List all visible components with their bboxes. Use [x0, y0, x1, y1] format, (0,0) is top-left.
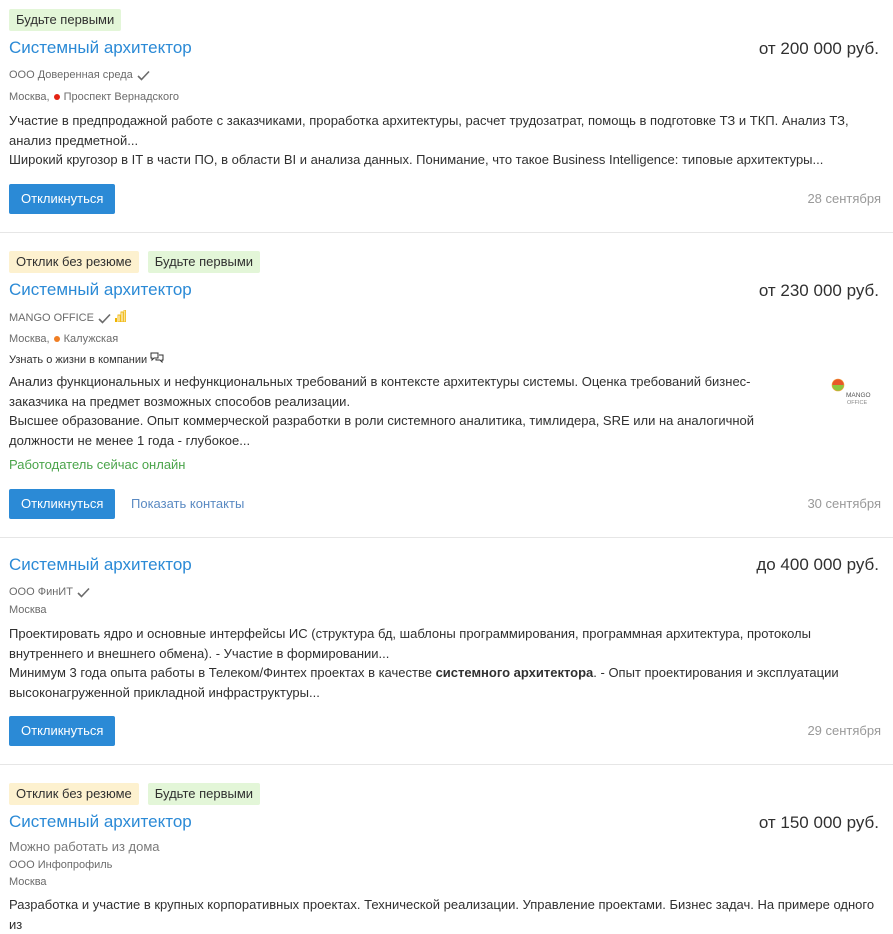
vacancy-description: Разработка и участие в крупных корпорати…: [9, 895, 877, 934]
responsibility-text: Участие в предпродажной работе с заказчи…: [9, 113, 849, 148]
vacancy-card: Отклик без резюме Будьте первыми Системн…: [0, 764, 893, 932]
vacancy-card: Будьте первыми Системный архитектор от 2…: [0, 0, 893, 233]
salary: от 200 000 руб.: [758, 39, 879, 58]
company-name: ООО Инфопрофиль: [9, 859, 113, 871]
vacancy-title-link[interactable]: Системный архитектор: [9, 38, 192, 58]
company-link[interactable]: ООО Инфопрофиль: [9, 858, 112, 872]
verified-check-icon: [77, 587, 90, 598]
verified-check-icon: [137, 70, 150, 81]
badges: Отклик без резюме Будьте первыми: [9, 251, 261, 273]
city: Москва,: [9, 91, 50, 103]
responsibility-text: Проектировать ядро и основные интерфейсы…: [9, 626, 811, 661]
svg-text:MANGO: MANGO: [846, 392, 871, 399]
respond-button[interactable]: Откликнуться: [9, 184, 116, 214]
company-life-link[interactable]: Узнать о жизни в компании: [9, 352, 164, 367]
company-name: MANGO OFFICE: [9, 312, 94, 324]
metro-dot-icon: [53, 336, 60, 342]
metro-station: Калужская: [63, 333, 119, 345]
city: Москва,: [9, 333, 50, 345]
highlight-text: системного архитектора: [435, 665, 594, 680]
publish-date: 29 сентября: [807, 723, 881, 738]
salary: от 150 000 руб.: [758, 813, 879, 832]
vacancy-description: Проектировать ядро и основные интерфейсы…: [9, 624, 877, 702]
badge-no-resume: Отклик без резюме: [9, 251, 139, 273]
salary: от 230 000 руб.: [758, 281, 879, 300]
location: Москва: [9, 875, 47, 889]
salary: до 400 000 руб.: [756, 555, 879, 574]
company-link[interactable]: ООО Доверенная среда: [9, 68, 150, 82]
company-name: ООО ФинИТ: [9, 586, 73, 598]
responsibility-text: Анализ функциональных и нефункциональных…: [9, 374, 751, 409]
badge-no-resume: Отклик без резюме: [9, 783, 139, 805]
verified-check-icon: [98, 313, 111, 324]
badge-be-first: Будьте первыми: [147, 783, 261, 805]
requirement-text: Высшее образование. Опыт коммерческой ра…: [9, 413, 755, 448]
company-name: ООО Доверенная среда: [9, 69, 133, 81]
vacancy-description: Анализ функциональных и нефункциональных…: [9, 372, 809, 450]
vacancy-card: Системный архитектор до 400 000 руб. ООО…: [0, 537, 893, 765]
publish-date: 28 сентября: [807, 191, 881, 206]
rating-bars-icon[interactable]: [114, 309, 126, 326]
requirement-text: Минимум 3 года опыта работы в Телеком/Фи…: [9, 665, 839, 700]
responsibility-text: Разработка и участие в крупных корпорати…: [9, 897, 875, 932]
metro-station: Проспект Вернадского: [63, 91, 179, 103]
publish-date: 30 сентября: [807, 496, 881, 511]
city: Москва: [9, 876, 47, 888]
show-contacts-button[interactable]: Показать контакты: [131, 489, 244, 519]
remote-work-label: Можно работать из дома: [9, 839, 160, 854]
badges: Отклик без резюме Будьте первыми: [9, 783, 261, 805]
location: Москва: [9, 603, 47, 617]
city: Москва: [9, 604, 47, 616]
vacancy-title-link[interactable]: Системный архитектор: [9, 280, 192, 300]
vacancy-title-link[interactable]: Системный архитектор: [9, 812, 192, 832]
vacancy-card: Отклик без резюме Будьте первыми Системн…: [0, 232, 893, 538]
requirement-text: Широкий кругозор в IT в части ПО, в обла…: [9, 152, 824, 167]
badge-be-first: Будьте первыми: [147, 251, 261, 273]
company-logo[interactable]: MANGO OFFICE: [828, 376, 878, 406]
location: Москва, Калужская: [9, 332, 118, 346]
badges: Будьте первыми: [9, 9, 122, 31]
company-life-text: Узнать о жизни в компании: [9, 353, 148, 366]
company-link[interactable]: ООО ФинИТ: [9, 585, 90, 599]
employer-online-status: Работодатель сейчас онлайн: [9, 457, 186, 472]
respond-button[interactable]: Откликнуться: [9, 489, 116, 519]
vacancy-title-link[interactable]: Системный архитектор: [9, 555, 192, 575]
chat-icon: [150, 352, 164, 367]
respond-button[interactable]: Откликнуться: [9, 716, 116, 746]
location: Москва, Проспект Вернадского: [9, 90, 179, 104]
vacancy-description: Участие в предпродажной работе с заказчи…: [9, 111, 877, 170]
metro-dot-icon: [53, 94, 60, 100]
company-link[interactable]: MANGO OFFICE: [9, 309, 126, 326]
svg-text:OFFICE: OFFICE: [847, 400, 867, 406]
badge-be-first: Будьте первыми: [9, 9, 122, 31]
